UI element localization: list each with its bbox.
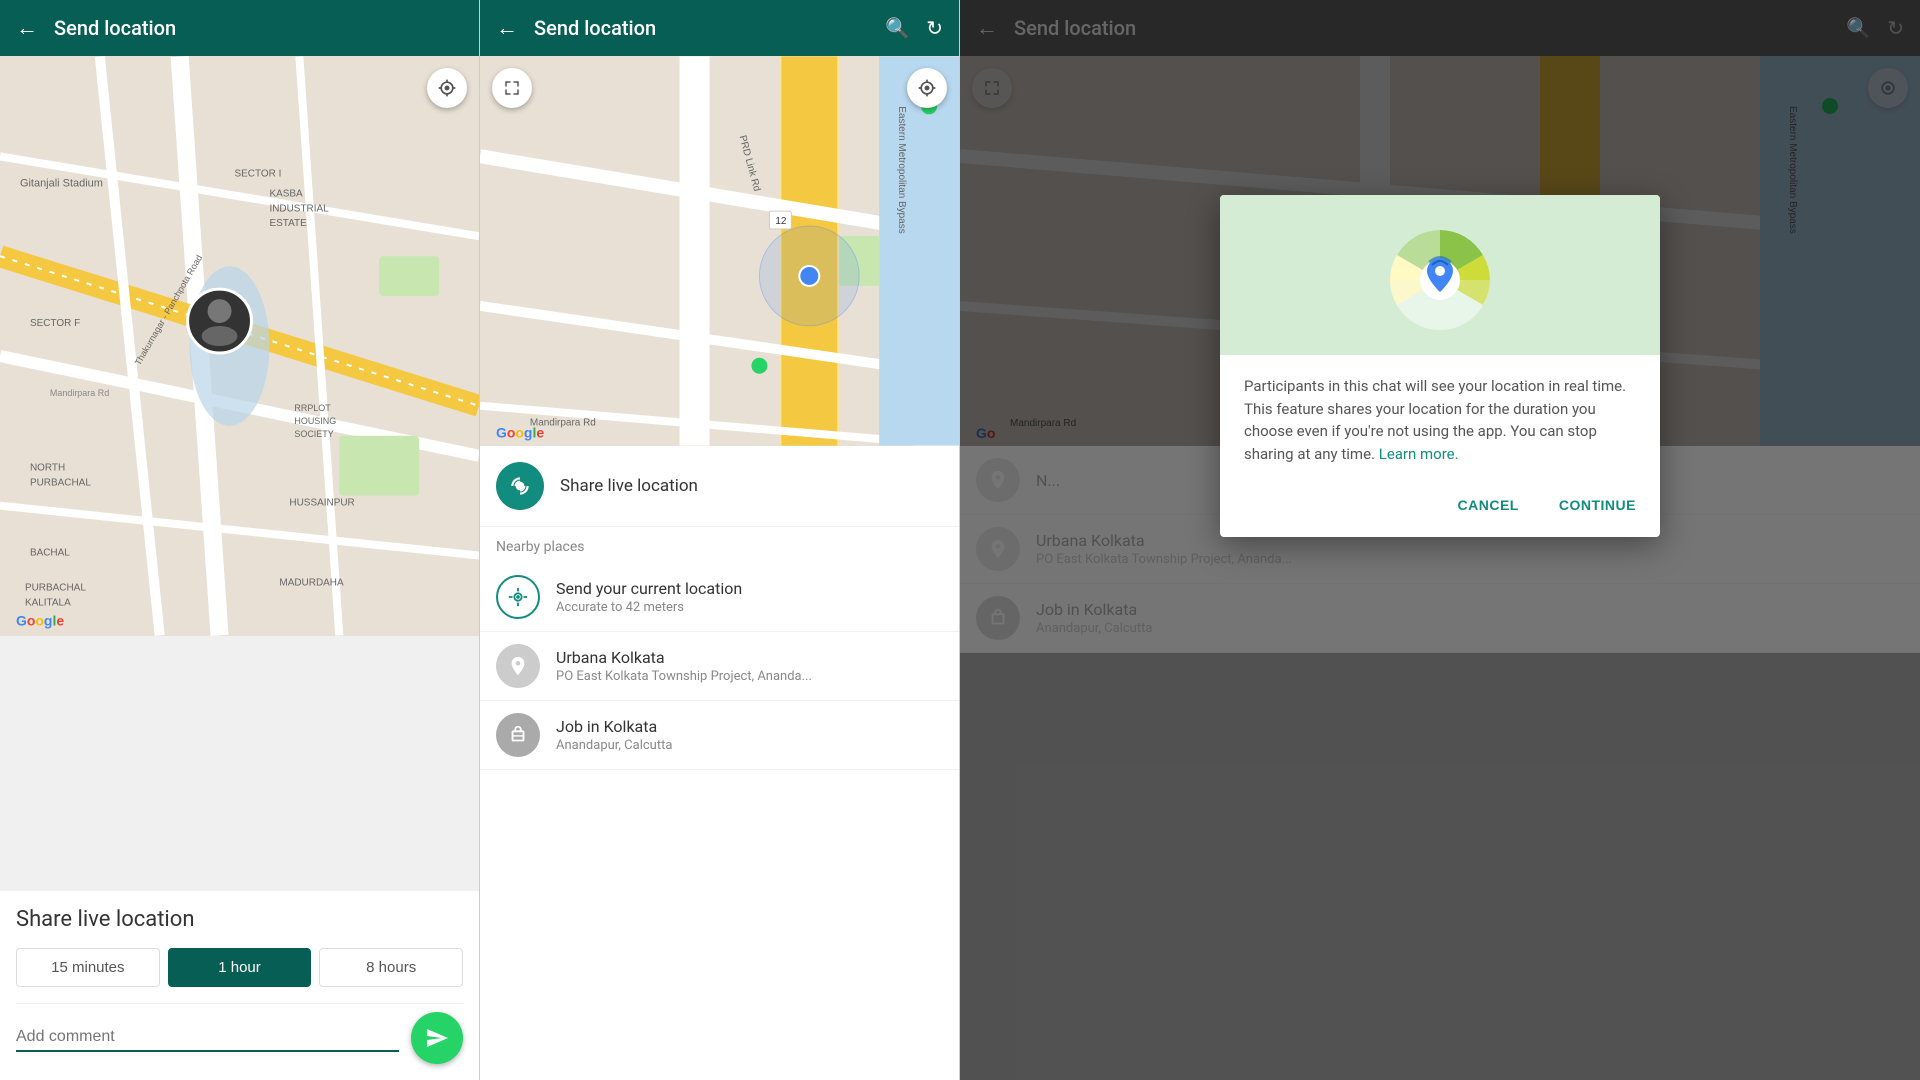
svg-text:INDUSTRIAL: INDUSTRIAL <box>269 203 329 214</box>
refresh-icon-2[interactable]: ↻ <box>926 16 943 40</box>
panel-1-bottom: Share live location 15 minutes 1 hour 8 … <box>0 891 479 1080</box>
continue-button[interactable]: CONTINUE <box>1551 489 1644 521</box>
current-location-item[interactable]: Send your current location Accurate to 4… <box>480 563 959 632</box>
current-location-icon <box>496 575 540 619</box>
map-area-2: PRD Link Rd Eastern Metropolitan Bypass … <box>480 56 959 446</box>
expand-button-2[interactable] <box>492 68 532 108</box>
svg-text:12: 12 <box>775 216 787 227</box>
place-icon-1 <box>496 644 540 688</box>
duration-buttons: 15 minutes 1 hour 8 hours <box>16 948 463 987</box>
urbana-name: Urbana Kolkata <box>556 648 812 667</box>
search-icon-2[interactable]: 🔍 <box>885 16 910 40</box>
learn-more-link[interactable]: Learn more. <box>1379 445 1459 463</box>
current-location-text: Send your current location Accurate to 4… <box>556 579 742 615</box>
urbana-kolkata-item[interactable]: Urbana Kolkata PO East Kolkata Township … <box>480 632 959 701</box>
panel-send-location-1: ← Send location <box>0 0 480 1080</box>
urbana-kolkata-text: Urbana Kolkata PO East Kolkata Township … <box>556 648 812 684</box>
my-location-button-1[interactable] <box>427 68 467 108</box>
svg-text:SECTOR F: SECTOR F <box>30 318 80 329</box>
current-location-sub: Accurate to 42 meters <box>556 600 742 615</box>
dialog-text: Participants in this chat will see your … <box>1244 375 1636 465</box>
svg-text:ESTATE: ESTATE <box>269 218 307 229</box>
back-button-1[interactable]: ← <box>16 15 38 41</box>
nearby-label: Nearby places <box>480 527 959 563</box>
share-live-title: Share live location <box>16 907 463 932</box>
svg-text:RRPLOT: RRPLOT <box>294 403 331 413</box>
comment-input[interactable] <box>16 1024 399 1052</box>
svg-text:Mandirpara Rd: Mandirpara Rd <box>50 388 109 398</box>
header-2: ← Send location 🔍 ↻ <box>480 0 959 56</box>
header-title-1: Send location <box>54 16 463 40</box>
job-kolkata-item[interactable]: Job in Kolkata Anandapur, Calcutta <box>480 701 959 770</box>
location-list-2: Share live location Nearby places Send y… <box>480 446 959 770</box>
svg-text:HUSSAINPUR: HUSSAINPUR <box>289 498 354 509</box>
svg-text:SOCIETY: SOCIETY <box>294 429 333 439</box>
panel-send-location-2: ← Send location 🔍 ↻ <box>480 0 960 1080</box>
svg-text:Google: Google <box>496 425 544 441</box>
share-live-label: Share live location <box>560 476 698 496</box>
header-icons-2: 🔍 ↻ <box>885 16 943 40</box>
job-sub: Anandapur, Calcutta <box>556 738 672 753</box>
job-name: Job in Kolkata <box>556 717 672 736</box>
send-button[interactable] <box>411 1012 463 1064</box>
comment-row <box>16 1003 463 1064</box>
map-bg-2: PRD Link Rd Eastern Metropolitan Bypass … <box>480 56 959 446</box>
panel-send-location-3: ← Send location 🔍 ↻ 12 Eastern Metro <box>960 0 1920 1080</box>
place-icon-2 <box>496 713 540 757</box>
svg-text:PURBACHAL: PURBACHAL <box>25 582 86 593</box>
dialog-body: Participants in this chat will see your … <box>1220 355 1660 481</box>
my-location-button-2[interactable] <box>907 68 947 108</box>
svg-text:MADURDAHA: MADURDAHA <box>279 578 344 589</box>
svg-text:NORTH: NORTH <box>30 463 65 474</box>
urbana-sub: PO East Kolkata Township Project, Ananda… <box>556 669 812 684</box>
svg-text:SECTOR I: SECTOR I <box>235 168 282 179</box>
job-kolkata-text: Job in Kolkata Anandapur, Calcutta <box>556 717 672 753</box>
svg-text:Eastern Metropolitan Bypass: Eastern Metropolitan Bypass <box>896 106 907 233</box>
live-icon <box>496 462 544 510</box>
dialog-actions: CANCEL CONTINUE <box>1220 481 1660 537</box>
map-bg-1: Gitanjali Stadium KASBA INDUSTRIAL ESTAT… <box>0 56 479 636</box>
header-title-2: Send location <box>534 16 869 40</box>
map-area-1: Gitanjali Stadium KASBA INDUSTRIAL ESTAT… <box>0 56 479 636</box>
back-button-2[interactable]: ← <box>496 15 518 41</box>
current-location-name: Send your current location <box>556 579 742 598</box>
duration-15min[interactable]: 15 minutes <box>16 948 160 987</box>
cancel-button[interactable]: CANCEL <box>1450 489 1527 521</box>
dialog-overlay: Participants in this chat will see your … <box>960 0 1920 1080</box>
svg-text:KASBA: KASBA <box>269 188 303 199</box>
header-1: ← Send location <box>0 0 479 56</box>
duration-1hour[interactable]: 1 hour <box>168 948 312 987</box>
svg-text:KALITALA: KALITALA <box>25 597 71 608</box>
svg-text:BACHAL: BACHAL <box>30 548 70 559</box>
svg-text:HOUSING: HOUSING <box>294 416 336 426</box>
svg-text:Google: Google <box>16 612 64 628</box>
dialog-image <box>1220 195 1660 355</box>
svg-text:PURBACHAL: PURBACHAL <box>30 478 91 489</box>
svg-text:Gitanjali Stadium: Gitanjali Stadium <box>20 177 103 189</box>
share-live-row[interactable]: Share live location <box>480 446 959 527</box>
live-location-dialog: Participants in this chat will see your … <box>1220 195 1660 537</box>
duration-8hours[interactable]: 8 hours <box>319 948 463 987</box>
